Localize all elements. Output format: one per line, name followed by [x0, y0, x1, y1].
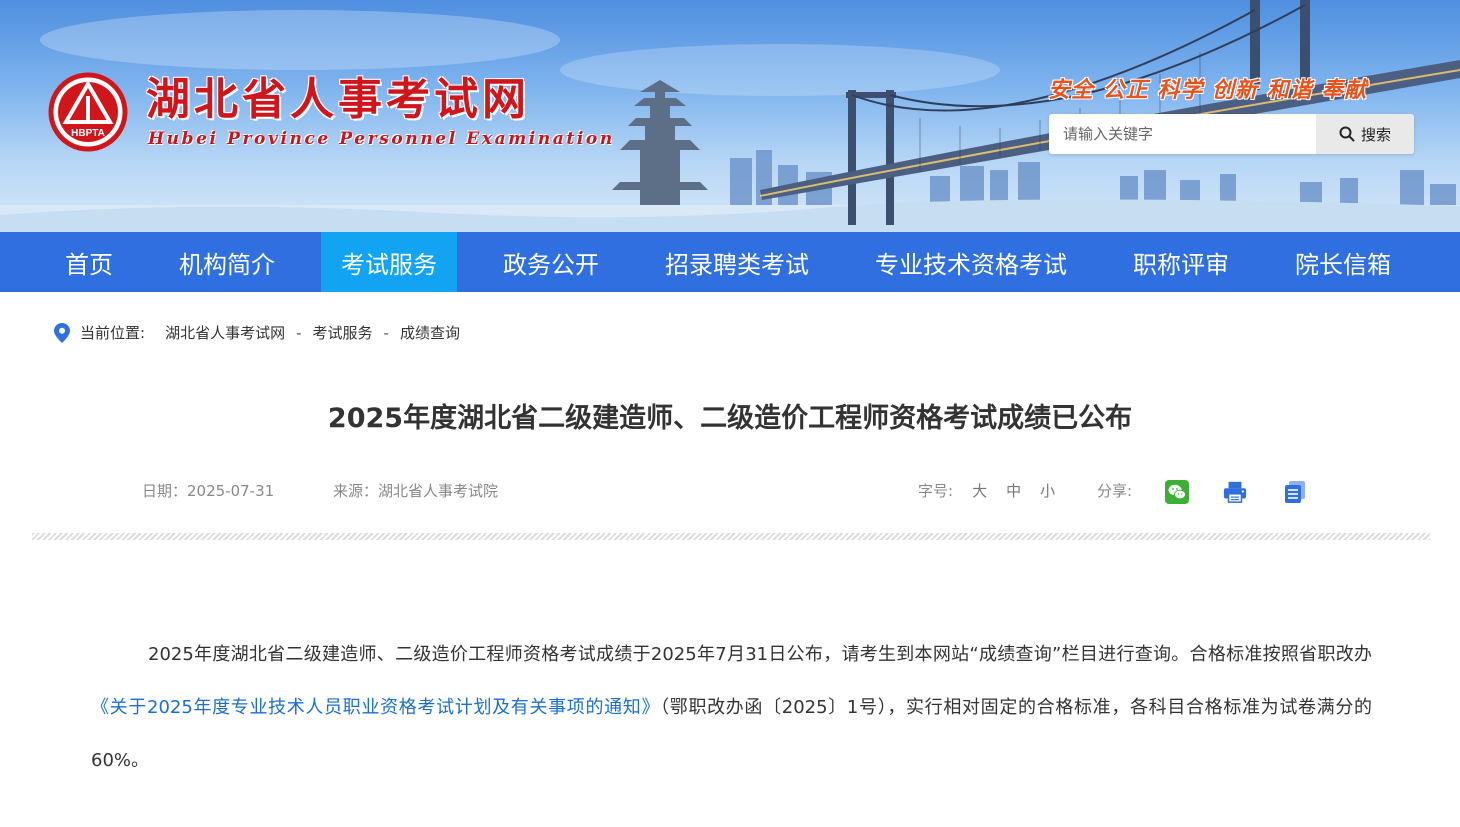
policy-notice-link[interactable]: 《关于2025年度专业技术人员职业资格考试计划及有关事项的通知》	[91, 697, 660, 718]
nav-item-about[interactable]: 机构简介	[146, 232, 308, 292]
site-subtitle: Hubei Province Personnel Examination	[148, 129, 615, 149]
nav-item-professional-qualification[interactable]: 专业技术资格考试	[842, 232, 1100, 292]
breadcrumb-score-query[interactable]: 成绩查询	[400, 322, 460, 343]
header-banner: HBPTA 湖北省人事考试网 Hubei Province Personnel …	[0, 0, 1460, 232]
breadcrumb-label: 当前位置:	[80, 324, 146, 342]
site-title[interactable]: 湖北省人事考试网	[146, 74, 530, 126]
logo-text: HBPTA	[71, 128, 105, 139]
article-content-text: 2025年度湖北省二级建造师、二级造价工程师资格考试成绩于2025年7月31日公…	[148, 644, 1372, 665]
font-size-controls: 字号: 大 中 小	[918, 480, 1055, 501]
nav-item-director-mailbox[interactable]: 院长信箱	[1262, 232, 1424, 292]
nav-item-title-evaluation[interactable]: 职称评审	[1100, 232, 1262, 292]
slogan: 安全 公正 科学 创新 和谐 奉献	[1048, 78, 1368, 103]
article-source: 来源：湖北省人事考试院	[333, 482, 499, 500]
font-size-small[interactable]: 小	[1040, 480, 1055, 501]
breadcrumb-exam-services[interactable]: 考试服务	[313, 322, 373, 343]
breadcrumb-separator: -	[383, 323, 389, 342]
search-button[interactable]: 搜索	[1316, 114, 1414, 154]
search-box: 搜索	[1049, 114, 1414, 154]
font-size-label: 字号:	[918, 482, 954, 500]
breadcrumb: 当前位置: 湖北省人事考试网 - 考试服务 - 成绩查询	[54, 322, 460, 343]
copy-icon[interactable]	[1283, 480, 1307, 504]
breadcrumb-separator: -	[296, 323, 302, 342]
article-title: 2025年度湖北省二级建造师、二级造价工程师资格考试成绩已公布	[327, 403, 1133, 434]
nav-item-exam-services[interactable]: 考试服务	[321, 232, 457, 292]
font-size-medium[interactable]: 中	[1006, 480, 1021, 501]
print-icon[interactable]	[1223, 480, 1247, 504]
title-divider	[32, 533, 1430, 540]
wechat-icon[interactable]	[1165, 480, 1189, 504]
font-size-large[interactable]: 大	[972, 480, 987, 501]
location-pin-icon	[54, 322, 70, 343]
nav-item-government-affairs[interactable]: 政务公开	[470, 232, 632, 292]
search-button-label: 搜索	[1360, 125, 1391, 144]
site-logo[interactable]: HBPTA	[48, 72, 128, 152]
nav-item-recruitment-exams[interactable]: 招录聘类考试	[632, 232, 842, 292]
share-label: 分享:	[1097, 482, 1133, 500]
search-input[interactable]	[1049, 114, 1316, 154]
breadcrumb-home[interactable]: 湖北省人事考试网	[165, 322, 285, 343]
article-date: 日期：2025-07-31	[142, 482, 275, 500]
main-nav: 首页 机构简介 考试服务 政务公开 招录聘类考试 专业技术资格考试 职称评审 院…	[0, 232, 1460, 292]
search-icon	[1339, 126, 1355, 142]
article-content: 2025年度湖北省二级建造师、二级造价工程师资格考试成绩于2025年7月31日公…	[91, 628, 1372, 787]
nav-item-home[interactable]: 首页	[32, 232, 146, 292]
